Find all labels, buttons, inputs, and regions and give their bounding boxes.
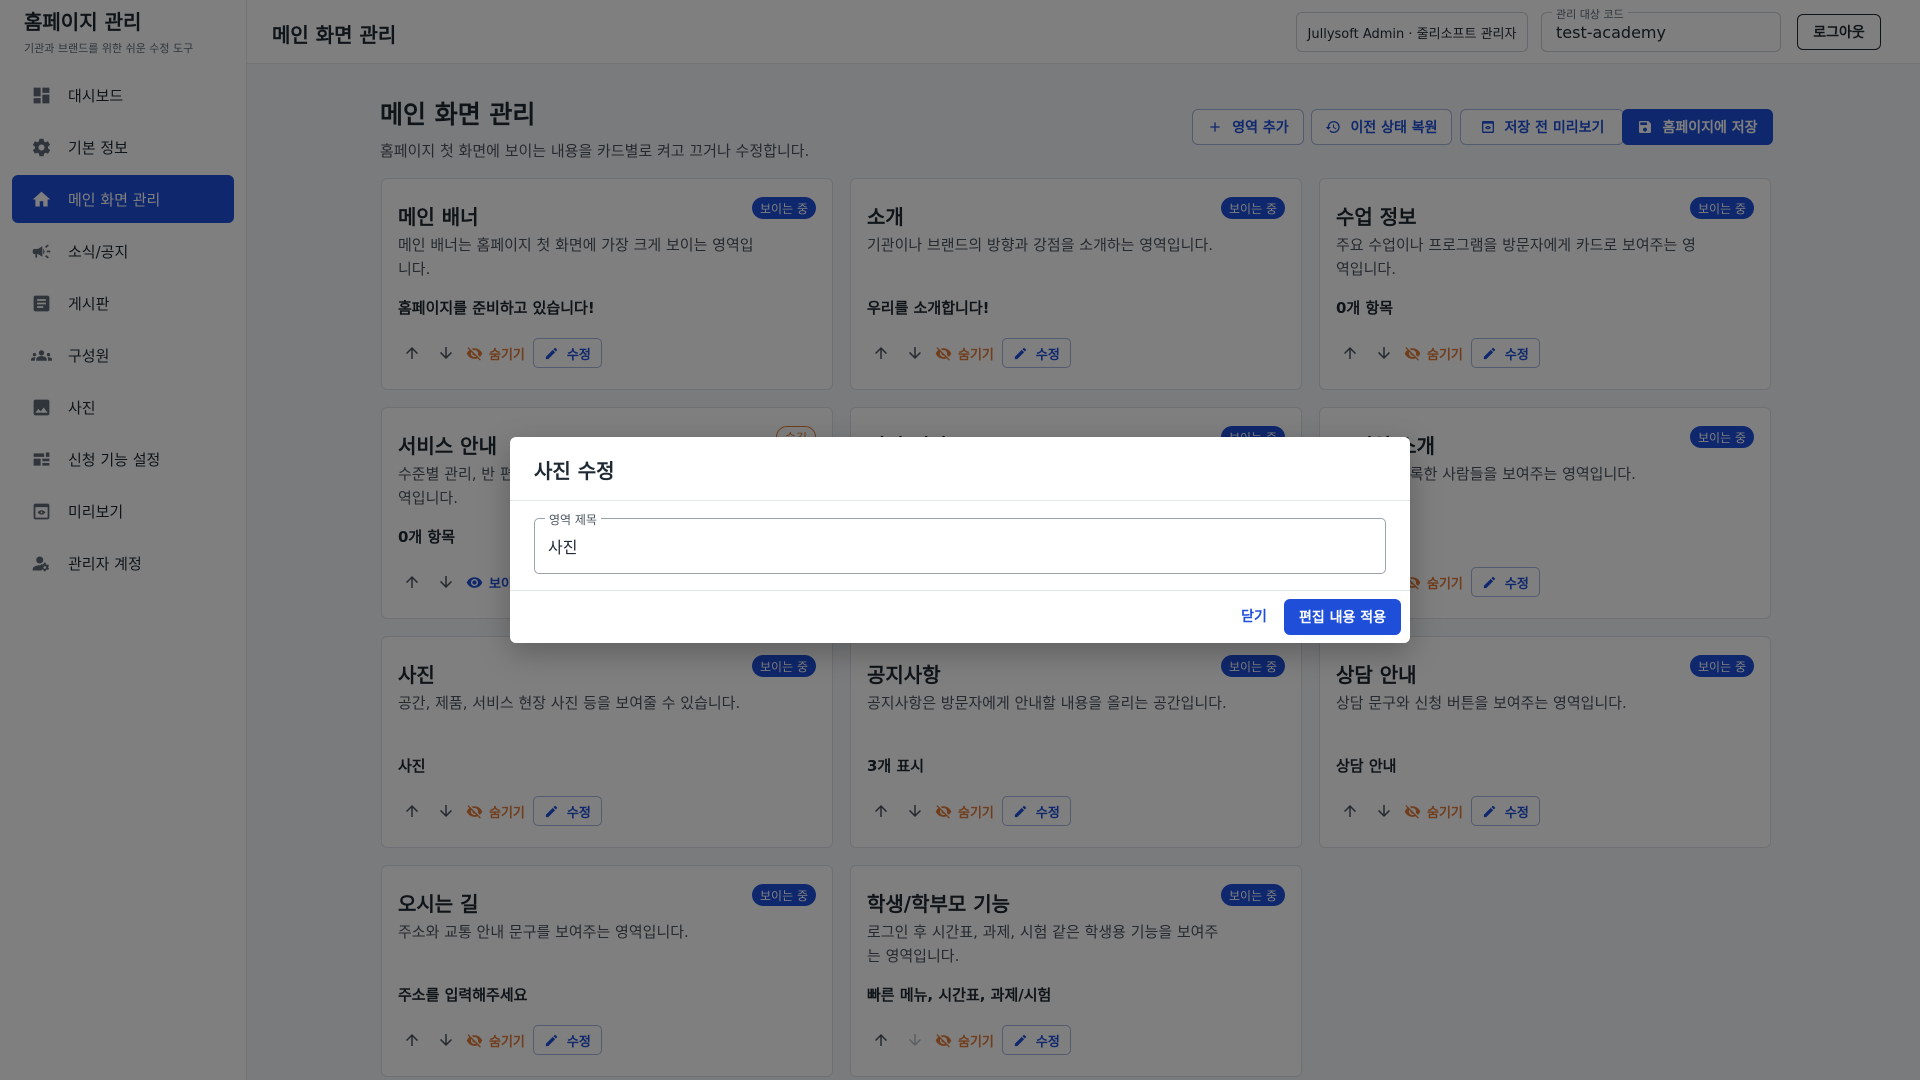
close-button[interactable]: 닫기 bbox=[1224, 599, 1284, 633]
section-title-field[interactable]: 영역 제목 bbox=[534, 511, 1386, 574]
section-title-legend: 영역 제목 bbox=[545, 511, 601, 528]
dialog-title: 사진 수정 bbox=[534, 459, 615, 483]
apply-edits-button[interactable]: 편집 내용 적용 bbox=[1284, 599, 1401, 635]
section-title-input[interactable] bbox=[548, 533, 1368, 559]
divider bbox=[510, 590, 1410, 591]
edit-photo-dialog: 사진 수정 영역 제목 닫기 편집 내용 적용 bbox=[510, 437, 1410, 643]
divider bbox=[510, 500, 1410, 501]
